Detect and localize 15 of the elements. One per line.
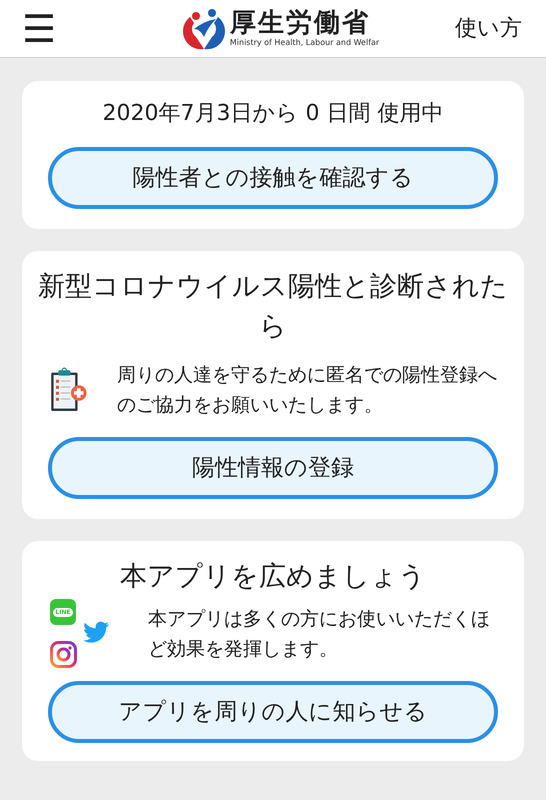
bird-icon[interactable] xyxy=(82,621,110,645)
logo-title: 厚生労働省 xyxy=(230,10,371,36)
menu-button[interactable]: ☰ xyxy=(22,10,56,48)
heart-figure-logo-icon xyxy=(182,6,226,50)
logo-subtitle: Ministry of Health, Labour and Welfar xyxy=(230,39,380,47)
card-description: 周りの人達を守るために匿名での陽性登録へのご協力をお願いいたします。 xyxy=(117,363,498,418)
camera-icon[interactable] xyxy=(50,641,77,668)
usage-status: 2020年7月3日から 0 日間 使用中 xyxy=(102,100,444,128)
check-contact-button[interactable]: 陽性者との接触を確認する xyxy=(48,147,498,209)
card-title: 新型コロナウイルス陽性と診断されたら xyxy=(37,270,509,344)
share-app-button[interactable]: アプリを周りの人に知らせる xyxy=(48,681,498,743)
card-description: 本アプリは多くの方にお使いいただくほど効果を発揮します。 xyxy=(148,607,491,662)
card-title: 本アプリを広めましょう xyxy=(119,560,427,594)
help-link[interactable]: 使い方 xyxy=(455,12,522,45)
register-positive-button[interactable]: 陽性情報の登録 xyxy=(48,437,498,499)
